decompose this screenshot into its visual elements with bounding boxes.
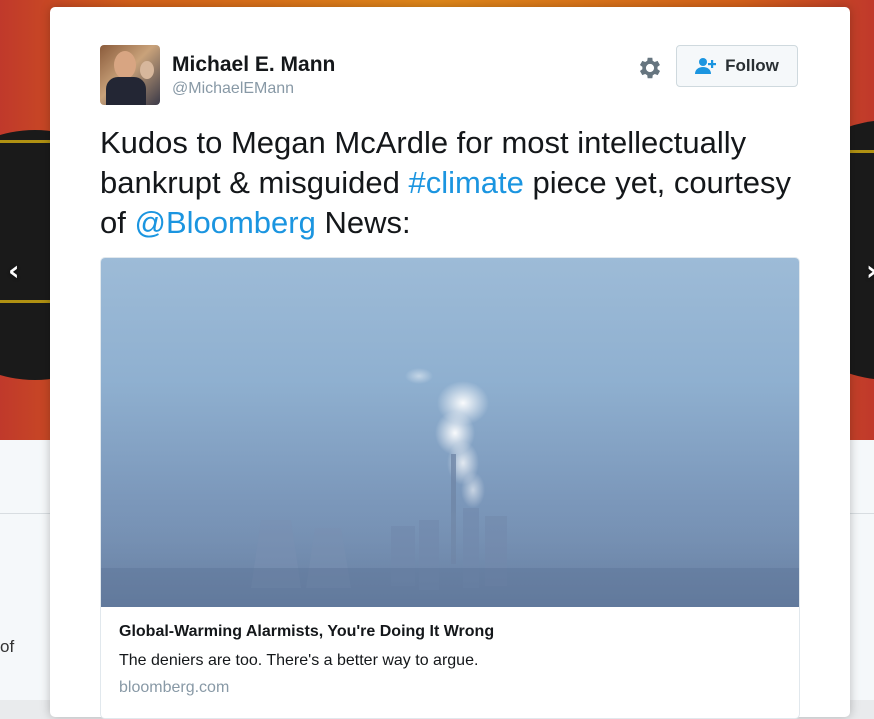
add-user-icon <box>695 58 717 74</box>
previous-arrow-icon[interactable]: ‹ <box>8 254 20 287</box>
card-image[interactable] <box>101 258 799 607</box>
tweet-card: Michael E. Mann @MichaelEMann Follow Kud… <box>50 7 850 719</box>
tweet-text: Kudos to Megan McArdle for most intellec… <box>100 123 820 243</box>
follow-label: Follow <box>725 56 779 75</box>
gear-icon[interactable] <box>636 54 664 82</box>
card-description: The deniers are too. There's a better wa… <box>119 652 479 669</box>
background-text: of <box>0 637 15 656</box>
mention-link[interactable]: @Bloomberg <box>134 205 315 240</box>
author-name[interactable]: Michael E. Mann <box>172 53 335 77</box>
card-title[interactable]: Global-Warming Alarmists, You're Doing I… <box>119 623 494 641</box>
follow-button[interactable]: Follow <box>676 45 798 87</box>
next-arrow-icon[interactable]: › <box>866 254 874 287</box>
author-handle[interactable]: @MichaelEMann <box>172 80 294 98</box>
tweet-text-part: News: <box>315 205 411 240</box>
hashtag-link[interactable]: #climate <box>408 165 523 200</box>
avatar[interactable] <box>100 45 160 105</box>
link-preview-card[interactable]: Global-Warming Alarmists, You're Doing I… <box>100 257 800 719</box>
card-domain: bloomberg.com <box>119 679 230 696</box>
